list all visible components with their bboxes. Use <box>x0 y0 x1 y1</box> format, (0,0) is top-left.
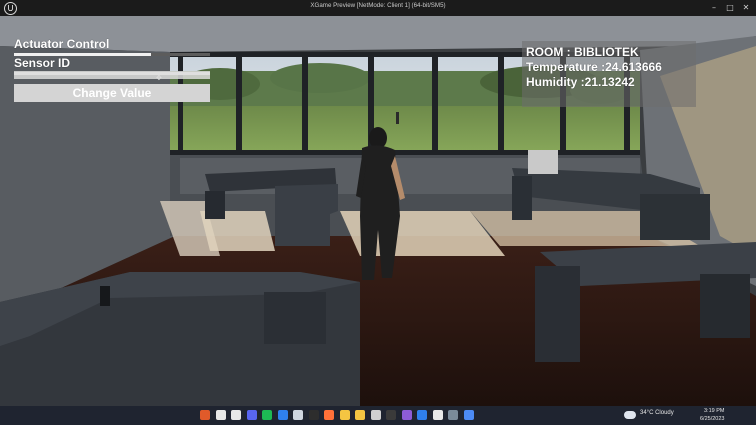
discord-icon[interactable] <box>246 410 257 420</box>
firefox-icon[interactable] <box>324 410 334 420</box>
temperature-readout: Temperature :24.613666 <box>526 60 662 74</box>
sensor-id-label: Sensor ID <box>14 56 71 70</box>
window-title: XGame Preview [NetMode: Client 1] (64-bi… <box>310 2 446 9</box>
files-icon[interactable] <box>339 410 350 420</box>
taskbar: 34°C Cloudy 3:19 PM 6/25/2023 <box>0 406 756 425</box>
steam-icon[interactable] <box>293 410 303 420</box>
clock-date[interactable]: 6/25/2023 <box>700 416 724 422</box>
sensor-id-input[interactable] <box>14 71 210 79</box>
cursor-icon: ✥ <box>156 74 162 82</box>
explorer-icon[interactable] <box>355 410 365 420</box>
vs-code-icon[interactable] <box>417 410 427 420</box>
visualstudio-icon[interactable] <box>401 410 412 420</box>
weather-text[interactable]: 34°C Cloudy <box>640 410 674 416</box>
unreal-icon[interactable] <box>231 410 241 420</box>
unreal-icon[interactable] <box>432 410 443 420</box>
system-tray: 34°C Cloudy 3:19 PM 6/25/2023 <box>616 406 756 425</box>
unity-icon[interactable] <box>370 410 381 420</box>
terminal-icon[interactable] <box>386 410 396 420</box>
game-viewport[interactable]: Actuator Control Sensor ID ✥ Change Valu… <box>0 16 756 406</box>
title-bar: U XGame Preview [NetMode: Client 1] (64-… <box>0 0 756 16</box>
maximize-button[interactable]: □ <box>722 0 738 16</box>
humidity-readout: Humidity :21.13242 <box>526 75 635 89</box>
unreal-icon[interactable] <box>215 410 226 420</box>
clock-time[interactable]: 3:19 PM <box>704 408 724 414</box>
room-name: ROOM : BIBLIOTEK <box>526 45 639 59</box>
spotify-icon[interactable] <box>262 410 272 420</box>
terminal-icon[interactable] <box>308 410 319 420</box>
cloud-icon[interactable] <box>624 411 636 419</box>
actuator-control-label: Actuator Control <box>14 37 110 51</box>
settings-icon[interactable] <box>448 410 458 420</box>
ubuntu-icon[interactable] <box>200 410 210 420</box>
app-window: U XGame Preview [NetMode: Client 1] (64-… <box>0 0 756 425</box>
change-value-button[interactable]: Change Value <box>14 84 210 102</box>
close-button[interactable]: ✕ <box>738 0 754 16</box>
chrome-icon[interactable] <box>463 410 474 420</box>
minimize-button[interactable]: – <box>706 0 722 16</box>
vscode-icon[interactable] <box>277 410 288 420</box>
room-info-panel: ROOM : BIBLIOTEK Temperature :24.613666 … <box>522 41 696 107</box>
